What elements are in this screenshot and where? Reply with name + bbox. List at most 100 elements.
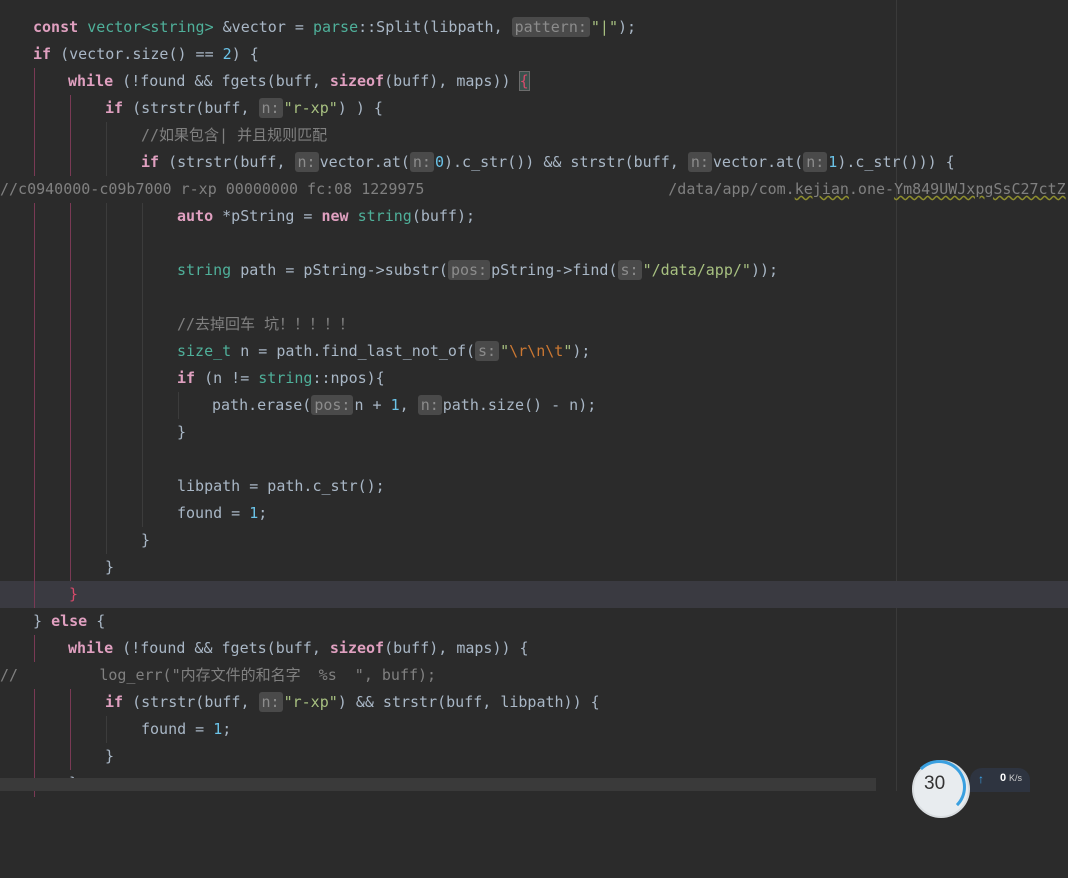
- code-line-11[interactable]: [0, 284, 1068, 311]
- param-hint-pos: pos:: [311, 395, 354, 415]
- code-line-8[interactable]: auto *pString = new string(buff);: [0, 203, 1068, 230]
- indent-guide: [142, 446, 143, 473]
- code-editor[interactable]: const vector<string> &vector = parse::Sp…: [0, 0, 1068, 818]
- code-line-16[interactable]: }: [0, 419, 1068, 446]
- indent-guide: [142, 419, 143, 446]
- code-line-20[interactable]: }: [0, 527, 1068, 554]
- indent-guide: [70, 203, 71, 230]
- code-line-10[interactable]: string path = pString->substr(pos: pStrin…: [0, 257, 1068, 284]
- code-line-18[interactable]: libpath = path.c_str();: [0, 473, 1068, 500]
- indent-guide: [34, 338, 35, 365]
- indent-guide: [34, 284, 35, 311]
- param-hint-n: n:: [294, 152, 319, 172]
- code-text: string path = pString->substr(pos: pStrin…: [177, 260, 779, 280]
- code-line-24[interactable]: while (!found && fgets(buff, sizeof(buff…: [0, 635, 1068, 662]
- code-line-3[interactable]: while (!found && fgets(buff, sizeof(buff…: [0, 68, 1068, 95]
- indent-guide: [142, 500, 143, 527]
- matched-brace: {: [518, 71, 530, 91]
- code-text: if (strstr(buff, n: vector.at(n: 0).c_str(…: [141, 152, 955, 172]
- code-text: if (strstr(buff, n: "r-xp") && strstr(buf…: [105, 692, 600, 712]
- indent-guide: [178, 392, 179, 419]
- indent-guide: [34, 203, 35, 230]
- code-comment: //去掉回车 坑！！！！！: [177, 315, 355, 333]
- code-text: if (vector.size() == 2) {: [33, 45, 259, 63]
- indent-guide: [106, 365, 107, 392]
- speed-unit: K/s: [1009, 773, 1023, 783]
- code-text: while (!found && fgets(buff, sizeof(buff…: [68, 639, 529, 657]
- indent-guide: [34, 419, 35, 446]
- network-speed-widget[interactable]: 30 ↑ 0 K/s: [912, 760, 1032, 818]
- indent-guide: [106, 230, 107, 257]
- indent-guide: [106, 284, 107, 311]
- indent-guide: [142, 230, 143, 257]
- indent-guide: [106, 122, 107, 149]
- indent-guide: [34, 743, 35, 770]
- code-line-26[interactable]: if (strstr(buff, n: "r-xp") && strstr(buf…: [0, 689, 1068, 716]
- code-line-21[interactable]: }: [0, 554, 1068, 581]
- code-text: }: [177, 423, 187, 441]
- upload-speed: 0: [1000, 772, 1007, 784]
- param-hint-n: n:: [409, 152, 434, 172]
- indent-guide: [70, 500, 71, 527]
- indent-guide: [34, 527, 35, 554]
- code-line-14[interactable]: if (n != string::npos){: [0, 365, 1068, 392]
- indent-guide: [142, 311, 143, 338]
- code-line-9[interactable]: [0, 230, 1068, 257]
- code-line-17[interactable]: [0, 446, 1068, 473]
- indent-guide: [34, 122, 35, 149]
- code-text: found = 1;: [177, 504, 268, 522]
- indent-guide: [106, 338, 107, 365]
- indent-guide: [34, 68, 35, 95]
- upload-arrow-icon: ↑: [978, 772, 984, 786]
- indent-guide: [142, 365, 143, 392]
- code-line-12[interactable]: //去掉回车 坑！！！！！: [0, 311, 1068, 338]
- indent-guide: [34, 716, 35, 743]
- code-text: } else {: [33, 612, 106, 630]
- code-line-23[interactable]: } else {: [0, 608, 1068, 635]
- code-text: if (n != string::npos){: [177, 369, 385, 387]
- indent-guide: [106, 392, 107, 419]
- indent-guide: [106, 203, 107, 230]
- code-line-22-current[interactable]: }: [0, 581, 1068, 608]
- indent-guide: [34, 149, 35, 176]
- indent-guide: [70, 446, 71, 473]
- code-line-6[interactable]: if (strstr(buff, n: vector.at(n: 0).c_str(…: [0, 149, 1068, 176]
- code-line-28[interactable]: }: [0, 743, 1068, 770]
- code-line-2[interactable]: if (vector.size() == 2) {: [0, 41, 1068, 68]
- param-hint-s: s:: [617, 260, 642, 280]
- code-line-13[interactable]: size_t n = path.find_last_not_of(s: "\r\n…: [0, 338, 1068, 365]
- code-line-5[interactable]: //如果包含| 并且规则匹配: [0, 122, 1068, 149]
- indent-guide: [142, 284, 143, 311]
- param-hint-pattern: pattern:: [511, 17, 590, 37]
- indent-guide: [106, 473, 107, 500]
- indent-guide: [34, 635, 35, 662]
- indent-guide: [106, 149, 107, 176]
- code-line-15[interactable]: path.erase(pos: n + 1, n: path.size() - n)…: [0, 392, 1068, 419]
- indent-guide: [106, 446, 107, 473]
- indent-guide: [70, 365, 71, 392]
- indent-guide: [34, 446, 35, 473]
- code-text: path.erase(pos: n + 1, n: path.size() - n)…: [212, 395, 597, 415]
- indent-guide: [106, 311, 107, 338]
- code-line-7[interactable]: //c0940000-c09b7000 r-xp 00000000 fc:08 …: [0, 176, 1068, 203]
- indent-guide: [70, 392, 71, 419]
- horizontal-scrollbar[interactable]: [0, 778, 876, 791]
- code-comment: // log_err("内存文件的和名字 %s ", buff);: [0, 666, 437, 684]
- param-hint-n: n:: [687, 152, 712, 172]
- code-line-1[interactable]: const vector<string> &vector = parse::Sp…: [0, 14, 1068, 41]
- indent-guide: [70, 473, 71, 500]
- code-line-19[interactable]: found = 1;: [0, 500, 1068, 527]
- code-line-27[interactable]: found = 1;: [0, 716, 1068, 743]
- code-comment: //如果包含| 并且规则匹配: [141, 126, 328, 144]
- code-line-4[interactable]: if (strstr(buff, n: "r-xp") ) {: [0, 95, 1068, 122]
- code-line-25[interactable]: // log_err("内存文件的和名字 %s ", buff);: [0, 662, 1068, 689]
- indent-guide: [34, 689, 35, 716]
- indent-guide: [34, 581, 35, 608]
- indent-guide: [70, 743, 71, 770]
- code-text: const vector<string> &vector = parse::Sp…: [33, 17, 637, 37]
- indent-guide: [142, 338, 143, 365]
- param-hint-n: n:: [258, 98, 283, 118]
- param-hint-pos: pos:: [447, 260, 491, 280]
- indent-guide: [34, 500, 35, 527]
- indent-guide: [70, 230, 71, 257]
